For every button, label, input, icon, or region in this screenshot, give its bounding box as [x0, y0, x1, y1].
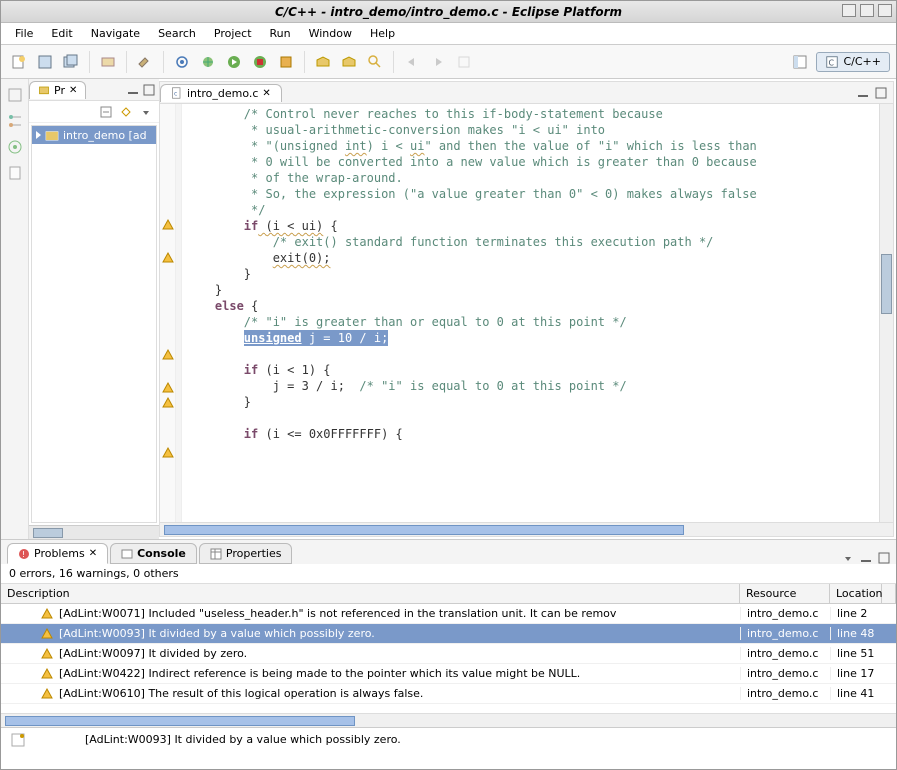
menu-project[interactable]: Project [206, 25, 260, 42]
problems-row[interactable]: [AdLint:W0610] The result of this logica… [1, 684, 896, 704]
main-toolbar: C C/C++ [1, 45, 896, 79]
menu-navigate[interactable]: Navigate [83, 25, 148, 42]
window-titlebar: C/C++ - intro_demo/intro_demo.c - Eclips… [1, 1, 896, 23]
editor-tab[interactable]: c intro_demo.c ✕ [160, 84, 282, 102]
col-location[interactable]: Location [830, 584, 882, 603]
problems-row[interactable]: [AdLint:W0071] Included "useless_header.… [1, 604, 896, 624]
menu-help[interactable]: Help [362, 25, 403, 42]
maximize-pane-icon[interactable] [143, 84, 155, 96]
editor-tab-close-icon[interactable]: ✕ [262, 88, 270, 99]
problems-row[interactable]: [AdLint:W0422] Indirect reference is bei… [1, 664, 896, 684]
save-icon[interactable] [34, 51, 56, 73]
window-title: C/C++ - intro_demo/intro_demo.c - Eclips… [275, 5, 622, 19]
svg-text:!: ! [22, 550, 25, 559]
next-annotation-icon[interactable] [427, 51, 449, 73]
status-bar: [AdLint:W0093] It divided by a value whi… [1, 727, 896, 751]
problems-row[interactable]: [AdLint:W0093] It divided by a value whi… [1, 624, 896, 644]
project-explorer-pane: Pr ✕ intro_demo [ad [29, 79, 159, 539]
close-button[interactable] [878, 4, 892, 17]
console-tab[interactable]: Console [110, 543, 197, 564]
problems-hscrollbar[interactable] [1, 713, 896, 727]
svg-text:c: c [174, 90, 177, 97]
project-hscrollbar[interactable] [29, 525, 159, 539]
project-toolbar [29, 101, 159, 123]
prev-annotation-icon[interactable] [401, 51, 423, 73]
save-all-icon[interactable] [60, 51, 82, 73]
make-targets-icon[interactable] [7, 139, 23, 155]
perspective-label: C/C++ [843, 55, 881, 68]
console-tab-label: Console [137, 547, 186, 560]
maximize-bottom-icon[interactable] [878, 552, 890, 564]
highlighted-line: unsigned j = 10 / i; [244, 330, 389, 346]
task-list-icon[interactable] [7, 165, 23, 181]
project-explorer-tab[interactable]: Pr ✕ [29, 81, 86, 99]
minimize-editor-icon[interactable] [857, 87, 869, 99]
editor-tab-label: intro_demo.c [187, 87, 258, 100]
external-tools-icon[interactable] [249, 51, 271, 73]
col-description[interactable]: Description [1, 584, 740, 603]
problems-tab[interactable]: ! Problems ✕ [7, 543, 108, 564]
problems-table: Description Resource Location [AdLint:W0… [1, 584, 896, 713]
status-contribution-icon[interactable] [11, 733, 25, 747]
view-menu-icon[interactable] [139, 105, 153, 119]
build-icon[interactable] [97, 51, 119, 73]
project-name-label: intro_demo [ad [63, 129, 147, 142]
last-edit-icon[interactable] [453, 51, 475, 73]
col-resource[interactable]: Resource [740, 584, 830, 603]
code-editor[interactable]: /* Control never reaches to this if-body… [182, 104, 879, 522]
tab-close-icon[interactable]: ✕ [69, 85, 77, 96]
link-editor-icon[interactable] [119, 105, 133, 119]
status-message: [AdLint:W0093] It divided by a value whi… [85, 733, 401, 746]
hammer-icon[interactable] [134, 51, 156, 73]
editor-pane: c intro_demo.c ✕ /* Control never reache… [159, 81, 894, 537]
menu-search[interactable]: Search [150, 25, 204, 42]
problems-tab-label: Problems [34, 547, 85, 560]
restore-icon[interactable] [7, 87, 23, 103]
bottom-panel: ! Problems ✕ Console Properties 0 errors… [1, 539, 896, 727]
minimize-bottom-icon[interactable] [860, 552, 872, 564]
problems-summary: 0 errors, 16 warnings, 0 others [1, 564, 896, 584]
expand-arrow-icon[interactable] [36, 131, 41, 139]
run-icon[interactable] [223, 51, 245, 73]
problems-row[interactable]: [AdLint:W0097] It divided by zero.intro_… [1, 644, 896, 664]
maximize-button[interactable] [860, 4, 874, 17]
maximize-editor-icon[interactable] [875, 87, 887, 99]
project-tree-item[interactable]: intro_demo [ad [32, 126, 156, 144]
perspective-button[interactable]: C C/C++ [816, 52, 890, 72]
menubar: File Edit Navigate Search Project Run Wi… [1, 23, 896, 45]
search-icon[interactable] [364, 51, 386, 73]
open-type-icon[interactable] [312, 51, 334, 73]
debug-icon[interactable] [197, 51, 219, 73]
project-tab-label: Pr [54, 84, 65, 97]
properties-tab-label: Properties [226, 547, 282, 560]
problems-tab-close-icon[interactable]: ✕ [89, 548, 97, 559]
at-icon[interactable] [171, 51, 193, 73]
editor-vscrollbar[interactable] [879, 104, 893, 522]
collapse-all-icon[interactable] [99, 105, 113, 119]
menu-window[interactable]: Window [301, 25, 360, 42]
new-icon[interactable] [8, 51, 30, 73]
minimize-pane-icon[interactable] [127, 84, 139, 96]
menu-edit[interactable]: Edit [43, 25, 80, 42]
annotation-ruler[interactable] [160, 104, 176, 522]
open-perspective-icon[interactable] [789, 51, 811, 73]
menu-run[interactable]: Run [262, 25, 299, 42]
properties-tab[interactable]: Properties [199, 543, 293, 564]
open-resource-icon[interactable] [338, 51, 360, 73]
svg-text:C: C [829, 58, 835, 67]
menu-file[interactable]: File [7, 25, 41, 42]
editor-hscrollbar[interactable] [160, 522, 893, 536]
left-rail [1, 79, 29, 539]
profile-icon[interactable] [275, 51, 297, 73]
project-tree[interactable]: intro_demo [ad [31, 125, 157, 523]
minimize-button[interactable] [842, 4, 856, 17]
view-menu-icon[interactable] [842, 552, 854, 564]
window-buttons [842, 4, 892, 17]
outline-icon[interactable] [7, 113, 23, 129]
